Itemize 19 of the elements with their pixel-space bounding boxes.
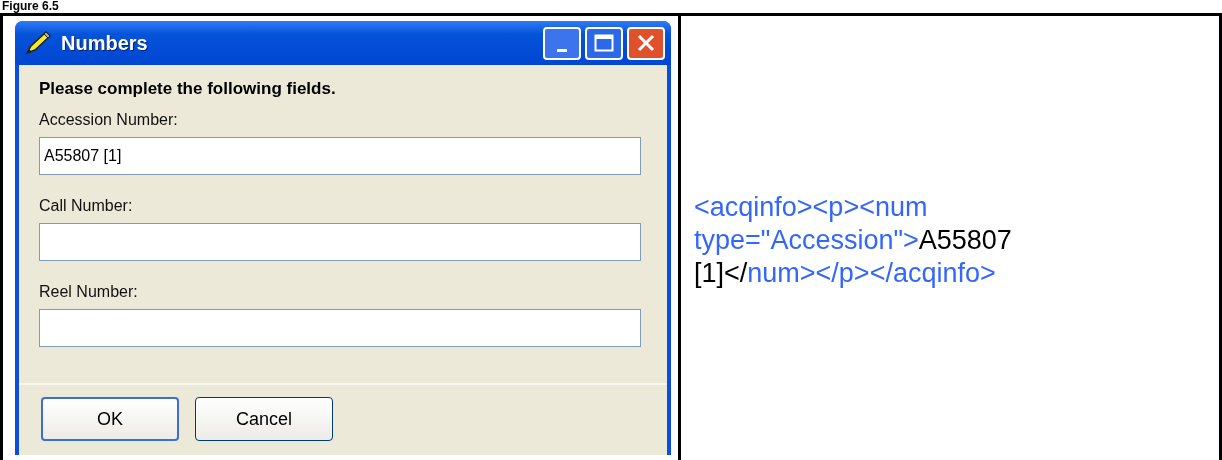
maximize-icon [594,34,614,52]
figure-title: Figure 6.5 [1,0,60,13]
close-button[interactable] [627,26,665,60]
maximize-button[interactable] [585,26,623,60]
input-field[interactable] [39,309,641,347]
instruction-text: Please complete the following fields. [39,79,337,99]
xml-code: <acqinfo><p><num type="Accession">A55807 [1]</num></p></acqinfo> [694,191,1013,290]
input-field[interactable] [39,223,641,261]
ok-button[interactable]: OK [41,397,179,441]
input-field[interactable]: A55807 [1] [39,137,641,175]
cancel-button[interactable]: Cancel [195,397,333,441]
minimize-icon [557,48,567,52]
field-label: Reel Number: [39,283,139,301]
pencil-icon [23,29,53,57]
close-icon [636,33,656,53]
window-title: Numbers [61,31,149,55]
minimize-button[interactable] [543,26,581,60]
field-label: Accession Number: [39,111,179,129]
field-label: Call Number: [39,197,134,215]
